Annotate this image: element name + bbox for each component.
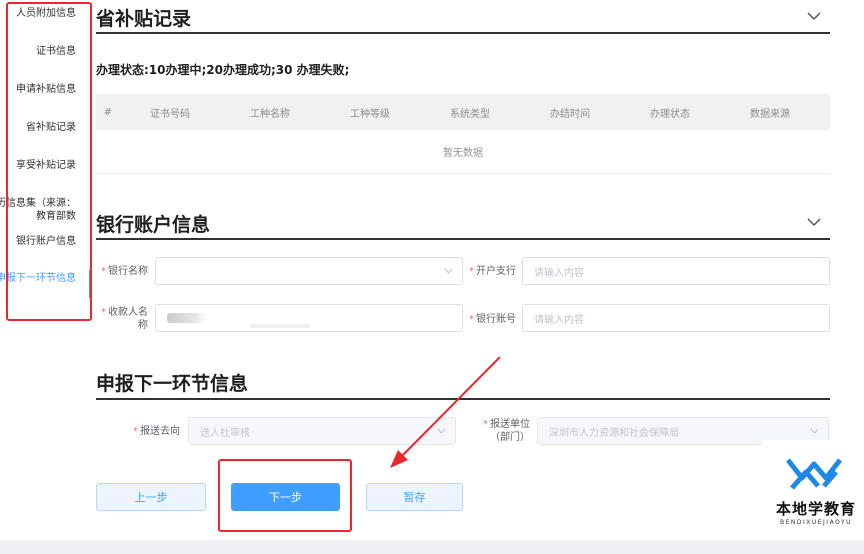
account-no-input[interactable]: 请输入内容 <box>522 304 830 332</box>
nav-item-province-subsidy[interactable]: 省补贴记录 <box>0 121 76 134</box>
section-title-subsidy: 省补贴记录 <box>96 8 192 30</box>
column-header: 工种等级 <box>350 108 390 120</box>
save-draft-button[interactable]: 暂存 <box>366 483 463 511</box>
section-divider <box>96 398 830 400</box>
section-divider <box>96 32 830 34</box>
chevron-down-icon <box>437 428 446 434</box>
column-header: 数据来源 <box>750 108 790 120</box>
nav-item-apply-subsidy[interactable]: 申请补贴信息 <box>0 83 76 96</box>
unit-label: * 报送单位（部门） <box>483 419 530 443</box>
chevron-down-icon <box>444 268 453 274</box>
nav-active-indicator <box>89 270 91 298</box>
page-footer-bar <box>0 540 864 554</box>
chevron-down-icon[interactable] <box>806 216 822 228</box>
nav-item-next-step[interactable]: 申报下一环节信息 <box>0 272 76 285</box>
column-header: 工种名称 <box>250 108 290 120</box>
redaction-smudge <box>250 324 310 328</box>
next-step-button[interactable]: 下一步 <box>231 483 340 511</box>
nav-item-additional-info[interactable]: 人员附加信息 <box>0 7 76 20</box>
nav-item-enjoyed-subsidy[interactable]: 享受补贴记录 <box>0 159 76 172</box>
column-header: 办理状态 <box>650 108 690 120</box>
nav-item-bank-account[interactable]: 银行账户信息 <box>0 235 76 248</box>
nav-item-education[interactable]: 学历信息集（来源：教育部数 <box>0 197 76 223</box>
column-header: 系统类型 <box>450 108 490 120</box>
branch-label: * 开户支行 <box>469 266 516 277</box>
subsidy-table: # 证书号码 工种名称 工种等级 系统类型 办结时间 办理状态 数据来源 暂无数… <box>96 94 830 174</box>
bank-name-label: * 银行名称 <box>101 266 148 277</box>
destination-select[interactable]: 送人社审核 <box>188 417 456 445</box>
payee-input[interactable] <box>155 304 463 332</box>
nav-item-certificate[interactable]: 证书信息 <box>0 45 76 58</box>
table-header: # 证书号码 工种名称 工种等级 系统类型 办结时间 办理状态 数据来源 <box>96 94 830 130</box>
section-divider <box>96 238 830 240</box>
account-no-label: * 银行账号 <box>469 314 516 325</box>
column-header: # <box>103 106 113 118</box>
table-empty-text: 暂无数据 <box>96 130 830 174</box>
bank-name-select[interactable] <box>155 257 463 285</box>
brand-name: 本地学教育 <box>775 500 856 518</box>
prev-step-button[interactable]: 上一步 <box>96 483 206 511</box>
redacted-name <box>167 313 207 323</box>
column-header: 办结时间 <box>550 108 590 120</box>
anchor-nav: 人员附加信息 证书信息 申请补贴信息 省补贴记录 享受补贴记录 学历信息集（来源… <box>0 0 92 322</box>
brand-logo-icon <box>786 458 842 490</box>
destination-label: * 报送去向 <box>133 426 180 437</box>
branch-input[interactable]: 请输入内容 <box>522 257 830 285</box>
brand-pinyin: BENDIXUEJIAOYU <box>779 519 853 526</box>
section-title-bank: 银行账户信息 <box>96 214 211 236</box>
chevron-down-icon <box>810 428 819 434</box>
chevron-down-icon[interactable] <box>806 10 822 22</box>
status-note: 办理状态:10办理中;20办理成功;30 办理失败; <box>96 63 350 77</box>
brand-watermark: 本地学教育 BENDIXUEJIAOYU <box>762 440 864 540</box>
column-header: 证书号码 <box>150 108 190 120</box>
payee-label: * 收款人名称 <box>101 307 148 331</box>
section-title-next-step: 申报下一环节信息 <box>96 373 249 395</box>
